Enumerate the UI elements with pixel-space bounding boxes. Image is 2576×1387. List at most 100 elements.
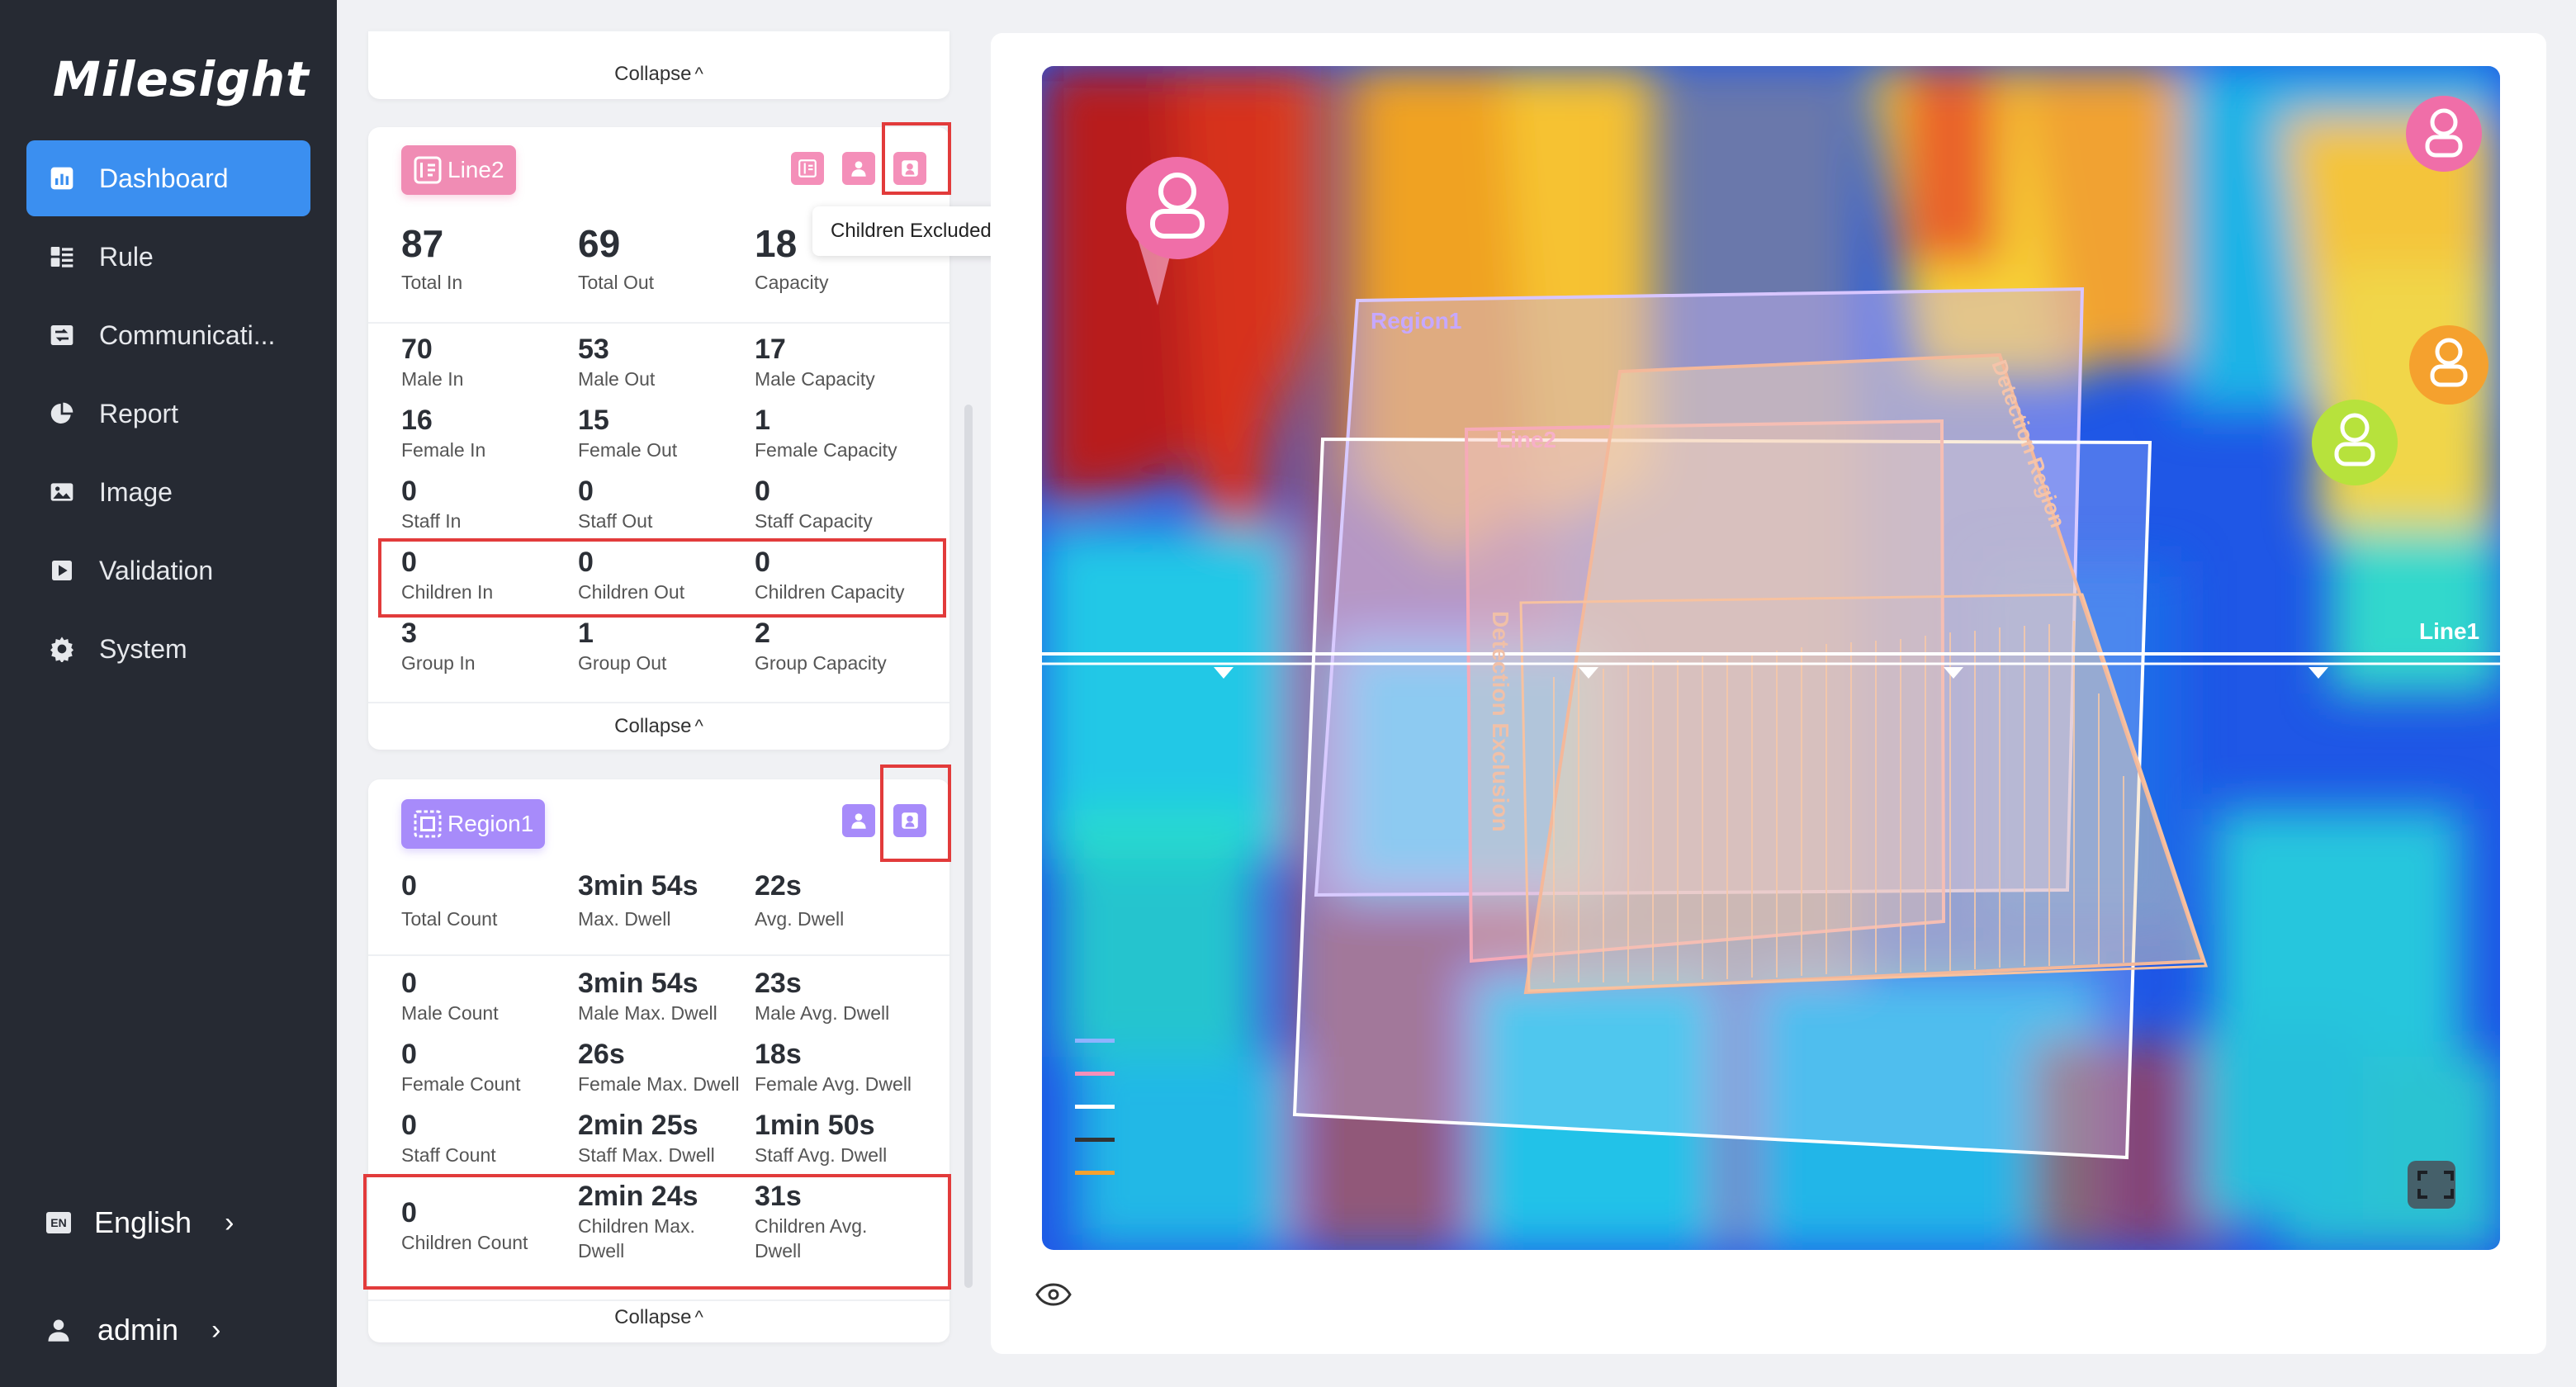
validation-icon <box>48 556 76 585</box>
fullscreen-button[interactable] <box>2408 1161 2455 1209</box>
sidebar-item-system[interactable]: System <box>26 611 310 687</box>
line-icon <box>414 156 442 184</box>
stat-label: Male Count <box>401 1002 499 1024</box>
staff-excluded-icon-button[interactable] <box>842 152 875 185</box>
sidebar-item-image[interactable]: Image <box>26 454 310 530</box>
sidebar-item-label: Communicati... <box>99 320 276 350</box>
highlight-box <box>363 1174 951 1290</box>
chevron-right-icon: › <box>211 1314 221 1346</box>
staff-excluded-icon-button[interactable] <box>842 804 875 837</box>
eye-icon[interactable] <box>1035 1283 1072 1306</box>
stat-value: 53 <box>578 334 609 365</box>
rule-icon <box>48 243 76 271</box>
stat-label: Male Avg. Dwell <box>755 1002 890 1024</box>
max-dwell-stat: 3min 54s Max. Dwell <box>578 870 698 932</box>
staff-count-stat: 0 Staff Count <box>401 1110 496 1168</box>
stat-value: 0 <box>401 870 417 902</box>
stat-value: 0 <box>401 1110 417 1141</box>
heatmap-view: Region1 Line2 Line1 Detection Exclusion … <box>1042 66 2500 1250</box>
stat-value: 1 <box>578 618 594 649</box>
line2-label: Line2 <box>1496 427 1556 452</box>
collapse-button[interactable]: Collapse ^ <box>368 1306 949 1329</box>
stat-value: 69 <box>578 222 621 265</box>
stat-label: Group In <box>401 652 476 674</box>
stat-label: Female Capacity <box>755 439 897 461</box>
sidebar-item-label: Report <box>99 398 179 428</box>
stat-value: 2 <box>755 618 770 649</box>
sidebar-item-dashboard[interactable]: Dashboard <box>26 140 310 216</box>
line2-tag: Line2 <box>401 145 516 195</box>
stat-label: Staff Out <box>578 510 653 532</box>
sidebar-item-communication[interactable]: Communicati... <box>26 297 310 373</box>
male-max-dwell-stat: 3min 54s Male Max. Dwell <box>578 968 717 1026</box>
female-capacity-stat: 1 Female Capacity <box>755 405 897 463</box>
milesight-logo: Milesight <box>53 51 310 107</box>
collapse-label: Collapse <box>614 1306 692 1328</box>
image-icon <box>48 478 76 506</box>
stat-value: 3 <box>401 618 417 649</box>
sidebar-item-report[interactable]: Report <box>26 376 310 452</box>
stat-label: Staff Count <box>401 1144 496 1166</box>
line1-label: Line1 <box>2419 618 2479 644</box>
person-marker-green[interactable] <box>2312 400 2398 485</box>
stat-label: Male In <box>401 368 464 390</box>
group-in-stat: 3 Group In <box>401 618 476 676</box>
male-count-stat: 0 Male Count <box>401 968 499 1026</box>
stat-value: 0 <box>401 968 417 999</box>
collapse-button[interactable]: Collapse ^ <box>368 63 949 86</box>
stat-value: 15 <box>578 405 609 436</box>
user-menu[interactable]: admin › <box>46 1313 220 1347</box>
stat-label: Staff Avg. Dwell <box>755 1144 888 1166</box>
male-capacity-stat: 17 Male Capacity <box>755 334 875 392</box>
sidebar-item-validation[interactable]: Validation <box>26 533 310 608</box>
region-label: Region1 <box>1371 308 1461 334</box>
stat-label: Total In <box>401 272 463 293</box>
language-label: English <box>94 1205 192 1239</box>
region-icon <box>414 810 442 838</box>
line-count-icon-button[interactable] <box>791 152 824 185</box>
staff-capacity-stat: 0 Staff Capacity <box>755 476 873 534</box>
region1-tag-label: Region1 <box>447 811 534 836</box>
collapse-button[interactable]: Collapse ^ <box>368 715 949 738</box>
staff-avg-dwell-stat: 1min 50s Staff Avg. Dwell <box>755 1110 887 1168</box>
female-in-stat: 16 Female In <box>401 405 485 463</box>
sidebar-item-label: Rule <box>99 241 154 272</box>
stat-label: Avg. Dwell <box>755 908 845 930</box>
language-selector[interactable]: EN English › <box>46 1205 234 1240</box>
total-in-stat: 87 Total In <box>401 221 462 296</box>
person-marker-pink-small[interactable] <box>2406 96 2482 172</box>
staff-in-stat: 0 Staff In <box>401 476 461 534</box>
male-out-stat: 53 Male Out <box>578 334 655 392</box>
avg-dwell-stat: 22s Avg. Dwell <box>755 870 844 932</box>
stat-value: 87 <box>401 222 444 265</box>
stat-value: 0 <box>578 476 594 507</box>
sidebar-item-rule[interactable]: Rule <box>26 219 310 295</box>
stat-label: Staff Capacity <box>755 510 873 532</box>
user-icon <box>46 1318 71 1342</box>
stat-label: Male Capacity <box>755 368 875 390</box>
scrollbar[interactable] <box>964 405 973 1288</box>
stat-label: Group Capacity <box>755 652 887 674</box>
group-out-stat: 1 Group Out <box>578 618 666 676</box>
region1-tag: Region1 <box>401 799 546 849</box>
female-max-dwell-stat: 26s Female Max. Dwell <box>578 1039 740 1097</box>
sidebar: Milesight Dashboard Rule Communicati... … <box>0 0 337 1387</box>
person-marker-orange[interactable] <box>2409 325 2488 405</box>
stat-label: Total Out <box>578 272 655 293</box>
children-excluded-tooltip: Children Excluded <box>812 206 1010 256</box>
collapse-label: Collapse <box>614 63 692 85</box>
stat-value: 0 <box>401 1039 417 1070</box>
stat-label: Female Out <box>578 439 678 461</box>
stat-label: Female Count <box>401 1073 521 1095</box>
staff-out-stat: 0 Staff Out <box>578 476 652 534</box>
staff-max-dwell-stat: 2min 25s Staff Max. Dwell <box>578 1110 715 1168</box>
communication-icon <box>48 321 76 349</box>
stat-label: Female Avg. Dwell <box>755 1073 912 1095</box>
report-pie-icon <box>48 400 76 428</box>
stat-label: Max. Dwell <box>578 908 671 930</box>
stat-value: 2min 25s <box>578 1110 698 1141</box>
male-in-stat: 70 Male In <box>401 334 463 392</box>
chevron-right-icon: › <box>225 1206 234 1238</box>
stat-value: 22s <box>755 870 802 902</box>
sidebar-item-label: Validation <box>99 555 214 585</box>
